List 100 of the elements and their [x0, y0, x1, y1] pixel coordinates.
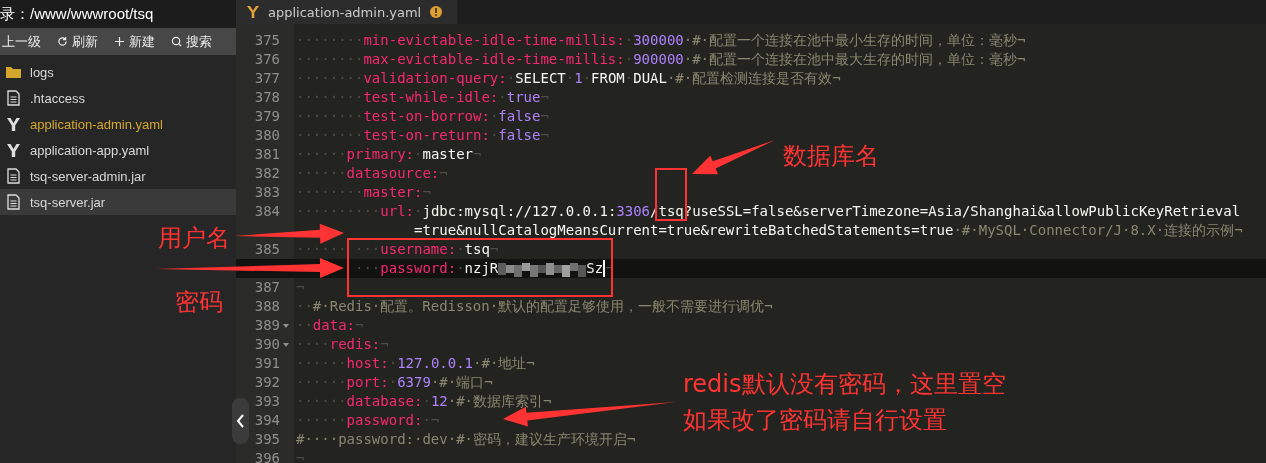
search-icon	[171, 36, 182, 47]
line-number: 388	[254, 297, 280, 316]
code-comment: #····password:·dev·#·密码，建议生产环境开启¬	[296, 430, 636, 449]
file-item[interactable]: tsq-server-admin.jar	[0, 163, 236, 189]
file-name: application-admin.yaml	[30, 116, 163, 132]
whitespace-marks: ¬	[380, 335, 389, 354]
whitespace-marks: ·	[388, 373, 398, 392]
editor-tab[interactable]: application-admin.yaml	[236, 0, 458, 24]
file-name: tsq-server-admin.jar	[30, 168, 146, 184]
file-item[interactable]: logs	[0, 59, 236, 85]
code-token: min-evictable-idle-time-millis:	[363, 31, 625, 50]
code-token: test-while-idle:	[363, 88, 499, 107]
whitespace-marks: ···	[355, 259, 381, 278]
code-token: redis:	[329, 335, 381, 354]
document-icon	[5, 194, 22, 210]
refresh-icon	[57, 36, 68, 47]
code-token: validation-query:	[363, 69, 507, 88]
file-item[interactable]: application-app.yaml	[0, 137, 236, 163]
file-item[interactable]: .htaccess	[0, 85, 236, 111]
whitespace-marks: ····	[296, 335, 330, 354]
directory-path: 录：/www/wwwroot/tsq	[0, 0, 236, 28]
code-token: url:	[380, 202, 414, 221]
code-token: test-on-return:	[363, 126, 490, 145]
line-number: 379	[254, 107, 280, 126]
whitespace-marks: ······	[296, 145, 347, 164]
whitespace-marks: ·	[456, 259, 465, 278]
folder-icon	[5, 64, 22, 80]
whitespace-marks: ·	[565, 69, 575, 88]
file-name: application-app.yaml	[30, 142, 150, 158]
whitespace-marks: ·	[388, 354, 398, 373]
code-editor[interactable]	[236, 24, 1266, 463]
line-number: 383	[254, 183, 280, 202]
code-token: database:	[346, 392, 423, 411]
code-token: primary:	[346, 145, 414, 164]
line-number: 395	[254, 430, 280, 449]
line-number: 380	[254, 126, 280, 145]
code-token: 127.0.0.1	[397, 354, 474, 373]
annotation-label: redis默认没有密码，这里置空	[683, 369, 1006, 400]
code-comment: ·#·数据库索引¬	[447, 392, 552, 411]
whitespace-marks: ········	[296, 183, 364, 202]
code-token: =true&nullCatalogMeansCurrent=true&rewriteBatchedStatements=true	[414, 221, 954, 240]
fold-caret-icon[interactable]	[282, 321, 290, 330]
whitespace-marks: ·	[498, 88, 507, 107]
code-token: 6379	[397, 373, 431, 392]
line-number: 392	[254, 373, 280, 392]
file-item[interactable]: application-admin.yaml	[0, 111, 236, 137]
line-number: 377	[254, 69, 280, 88]
line-number: 375	[254, 31, 280, 50]
code-comment: ·#·端口¬	[430, 373, 493, 392]
whitespace-marks: ·	[414, 202, 423, 221]
line-number: 385	[254, 240, 280, 259]
line-number: 389	[254, 316, 280, 335]
whitespace-marks: ······	[296, 411, 347, 430]
code-token: master	[422, 145, 474, 164]
whitespace-marks: ·	[422, 392, 431, 411]
whitespace-marks: ·	[456, 240, 465, 259]
line-number: 387	[254, 278, 280, 297]
code-token: true	[506, 88, 541, 107]
whitespace-marks: ·	[624, 31, 634, 50]
whitespace-marks: ······	[296, 373, 347, 392]
file-name: tsq-server.jar	[30, 194, 106, 210]
line-number: 394	[254, 411, 280, 430]
file-name: .htaccess	[30, 90, 85, 106]
annotation-label: 密码	[175, 287, 223, 318]
code-token: 1	[574, 69, 583, 88]
whitespace-marks: ·	[506, 69, 516, 88]
annotation-label: 数据库名	[783, 141, 879, 172]
code-token: DUAL	[633, 69, 667, 88]
code-token: nzjR	[464, 259, 499, 278]
whitespace-marks: ··	[296, 316, 313, 335]
line-number: 384	[254, 202, 280, 221]
toolbar-button[interactable]: 刷新	[57, 32, 98, 51]
whitespace-marks: ¬	[439, 164, 448, 183]
toolbar-button[interactable]: 上一级	[2, 32, 41, 51]
plus-icon	[114, 36, 125, 47]
toolbar-button[interactable]: 新建	[114, 32, 155, 51]
code-token: master:	[363, 183, 423, 202]
file-item[interactable]: tsq-server.jar	[0, 189, 236, 215]
whitespace-marks: ·¬	[422, 411, 440, 430]
whitespace-marks: ········	[296, 107, 364, 126]
whitespace-marks: ·	[582, 69, 592, 88]
code-comment: ·#·配置一个连接在池中最小生存的时间，单位：毫秒¬	[683, 31, 1026, 50]
line-number: 390	[254, 335, 280, 354]
whitespace-marks: ¬	[355, 316, 364, 335]
toolbar-button[interactable]: 搜索	[171, 32, 212, 51]
whitespace-marks: ··········	[296, 202, 381, 221]
collapse-handle[interactable]	[232, 398, 249, 444]
file-name: logs	[30, 64, 54, 80]
fold-caret-icon[interactable]	[282, 340, 290, 349]
code-token: jdbc:mysql://127.0.0.1:	[422, 202, 617, 221]
code-comment: ·#·MySQL·Connector/J·8.X·连接的示例¬	[953, 221, 1243, 240]
line-number: 376	[254, 50, 280, 69]
code-token: port:	[346, 373, 389, 392]
chevron-left-icon	[236, 414, 245, 428]
yaml-file-icon	[246, 5, 260, 19]
whitespace-marks: ¬	[296, 278, 305, 297]
tab-title: application-admin.yaml	[268, 4, 422, 20]
code-token: password:	[380, 259, 457, 278]
line-number: 396	[254, 449, 280, 463]
whitespace-marks: ¬	[540, 126, 549, 145]
